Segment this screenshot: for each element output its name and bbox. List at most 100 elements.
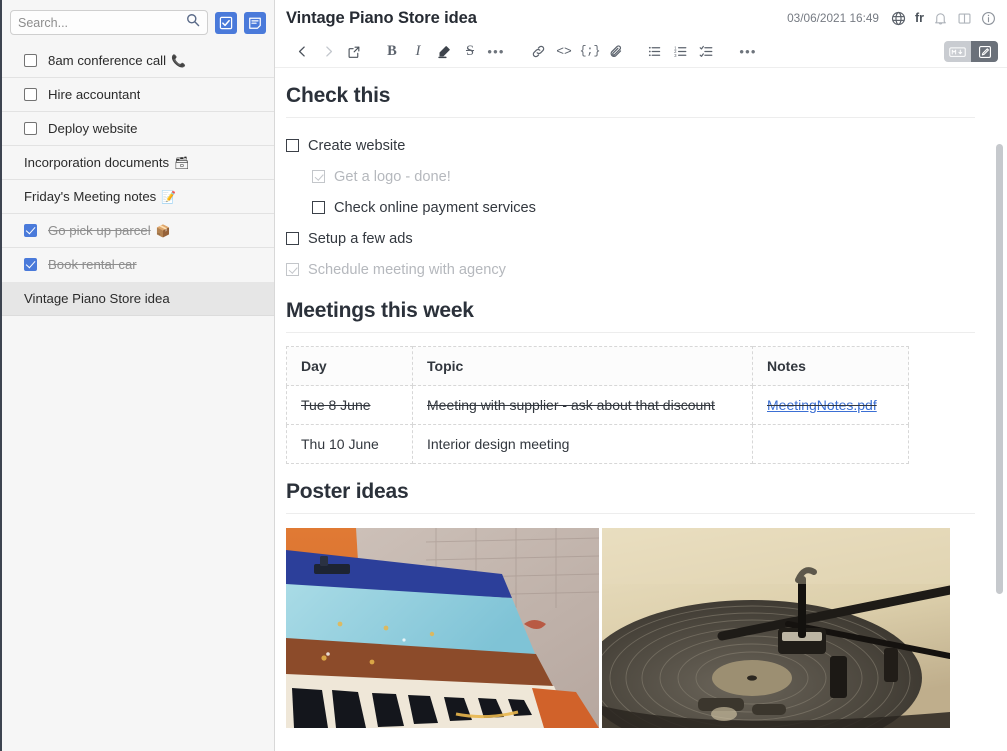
section-heading-meetings-this-week: Meetings this week [286,299,975,333]
page-title: Vintage Piano Store idea [286,8,477,27]
paperclip-icon[interactable] [603,39,629,65]
list-item-label: Incorporation documents [24,155,170,170]
task-item[interactable]: Get a logo - done! [286,161,975,192]
markdown-mode-button[interactable] [944,41,971,62]
bold-button[interactable]: B [379,39,405,65]
cell-notes: MeetingNotes.pdf [752,385,909,425]
bell-icon[interactable] [933,11,948,26]
task-item[interactable]: Schedule meeting with agency [286,254,975,285]
external-link-icon[interactable] [341,39,367,65]
cell-topic: Interior design meeting [412,424,753,464]
header-actions: 03/06/2021 16:49 fr [787,11,996,26]
task-label: Get a logo - done! [334,168,451,185]
task-label: Schedule meeting with agency [308,261,506,278]
card-file-box-icon: 🗃 [174,155,190,170]
split-view-icon[interactable] [957,11,972,26]
numbered-list-icon[interactable]: 1 2 3 [667,39,693,65]
piano-photo [286,528,599,728]
strikethrough-button[interactable]: S [457,39,483,65]
meetings-table: Day Topic Notes Tue 8 June Meeting with … [286,346,909,464]
new-todo-button[interactable] [215,11,237,34]
note-list: 8am conference call 📞 Hire accountant De… [2,44,274,751]
list-item-label: Friday's Meeting notes [24,189,157,204]
snippet-icon[interactable]: {;} [577,39,603,65]
editor-toolbar: B I S ••• <> {;} 1 2 3 ••• [275,36,1007,68]
link-icon[interactable] [525,39,551,65]
task-label: Create website [308,137,406,154]
more-options-button[interactable]: ••• [735,39,761,65]
cell-day: Thu 10 June [286,424,413,464]
package-icon: 📦 [155,223,171,238]
document-header: Vintage Piano Store idea 03/06/2021 16:4… [275,0,1007,36]
app-window: 8am conference call 📞 Hire accountant De… [0,0,1007,751]
task-checkbox[interactable] [286,232,299,245]
list-item-label: 8am conference call [48,53,167,68]
column-header-notes: Notes [752,346,909,386]
list-item-label: Book rental car [48,257,137,272]
section-heading-poster-ideas: Poster ideas [286,480,975,514]
task-label: Check online payment services [334,199,536,216]
column-header-day: Day [286,346,413,386]
sidebar: 8am conference call 📞 Hire accountant De… [2,0,275,751]
table-row: Thu 10 June Interior design meeting [286,424,909,464]
code-icon[interactable]: <> [551,39,577,65]
italic-button[interactable]: I [405,39,431,65]
back-arrow-icon[interactable] [289,39,315,65]
item-checkbox[interactable] [24,258,37,271]
list-item[interactable]: Go pick up parcel 📦 [2,214,274,248]
table-header-row: Day Topic Notes [286,346,909,386]
list-item[interactable]: 8am conference call 📞 [2,44,274,78]
task-checkbox[interactable] [286,263,299,276]
highlighter-icon[interactable] [431,39,457,65]
task-checkbox[interactable] [286,139,299,152]
item-checkbox[interactable] [24,224,37,237]
task-item[interactable]: Setup a few ads [286,223,975,254]
list-item[interactable]: Friday's Meeting notes 📝 [2,180,274,214]
telephone-icon: 📞 [171,53,186,68]
checklist: Create website Get a logo - done! Check … [286,130,975,285]
search-input[interactable] [18,15,186,30]
forward-arrow-icon[interactable] [315,39,341,65]
column-header-topic: Topic [412,346,753,386]
list-item[interactable]: Hire accountant [2,78,274,112]
task-checkbox[interactable] [312,201,325,214]
list-item[interactable]: Incorporation documents 🗃 [2,146,274,180]
item-checkbox[interactable] [24,122,37,135]
list-item-label: Vintage Piano Store idea [24,291,170,306]
more-format-options-button[interactable]: ••• [483,39,509,65]
svg-text:3: 3 [674,53,677,58]
list-item[interactable]: Deploy website [2,112,274,146]
search-box[interactable] [10,10,208,35]
cell-notes [752,424,909,464]
task-checkbox[interactable] [312,170,325,183]
table-row: Tue 8 June Meeting with supplier - ask a… [286,385,909,425]
cell-day: Tue 8 June [286,385,413,425]
checklist-icon[interactable] [693,39,719,65]
list-item[interactable]: Book rental car [2,248,274,282]
document-timestamp: 03/06/2021 16:49 [787,11,879,25]
task-item[interactable]: Create website [286,130,975,161]
content-scrollbar[interactable] [996,144,1003,594]
meeting-notes-link[interactable]: MeetingNotes.pdf [767,397,877,413]
list-item-label: Go pick up parcel [48,223,151,238]
memo-icon: 📝 [161,189,177,204]
language-label[interactable]: fr [915,11,924,25]
list-item-label: Deploy website [48,121,138,136]
item-checkbox[interactable] [24,88,37,101]
task-item[interactable]: Check online payment services [286,192,975,223]
image-gallery [286,528,975,728]
task-label: Setup a few ads [308,230,413,247]
edit-mode-button[interactable] [971,41,998,62]
item-checkbox[interactable] [24,54,37,67]
cell-topic: Meeting with supplier - ask about that d… [412,385,753,425]
new-note-button[interactable] [244,11,266,34]
bulleted-list-icon[interactable] [641,39,667,65]
turntable-photo [602,528,950,728]
main-panel: Vintage Piano Store idea 03/06/2021 16:4… [275,0,1007,751]
document-content: Check this Create website Get a logo - d… [275,68,1007,751]
globe-icon[interactable] [891,11,906,26]
list-item-label: Hire accountant [48,87,141,102]
sidebar-toolbar [2,0,274,44]
sidebar-item-vintage-piano-store-idea[interactable]: Vintage Piano Store idea [2,282,274,316]
info-icon[interactable] [981,11,996,26]
